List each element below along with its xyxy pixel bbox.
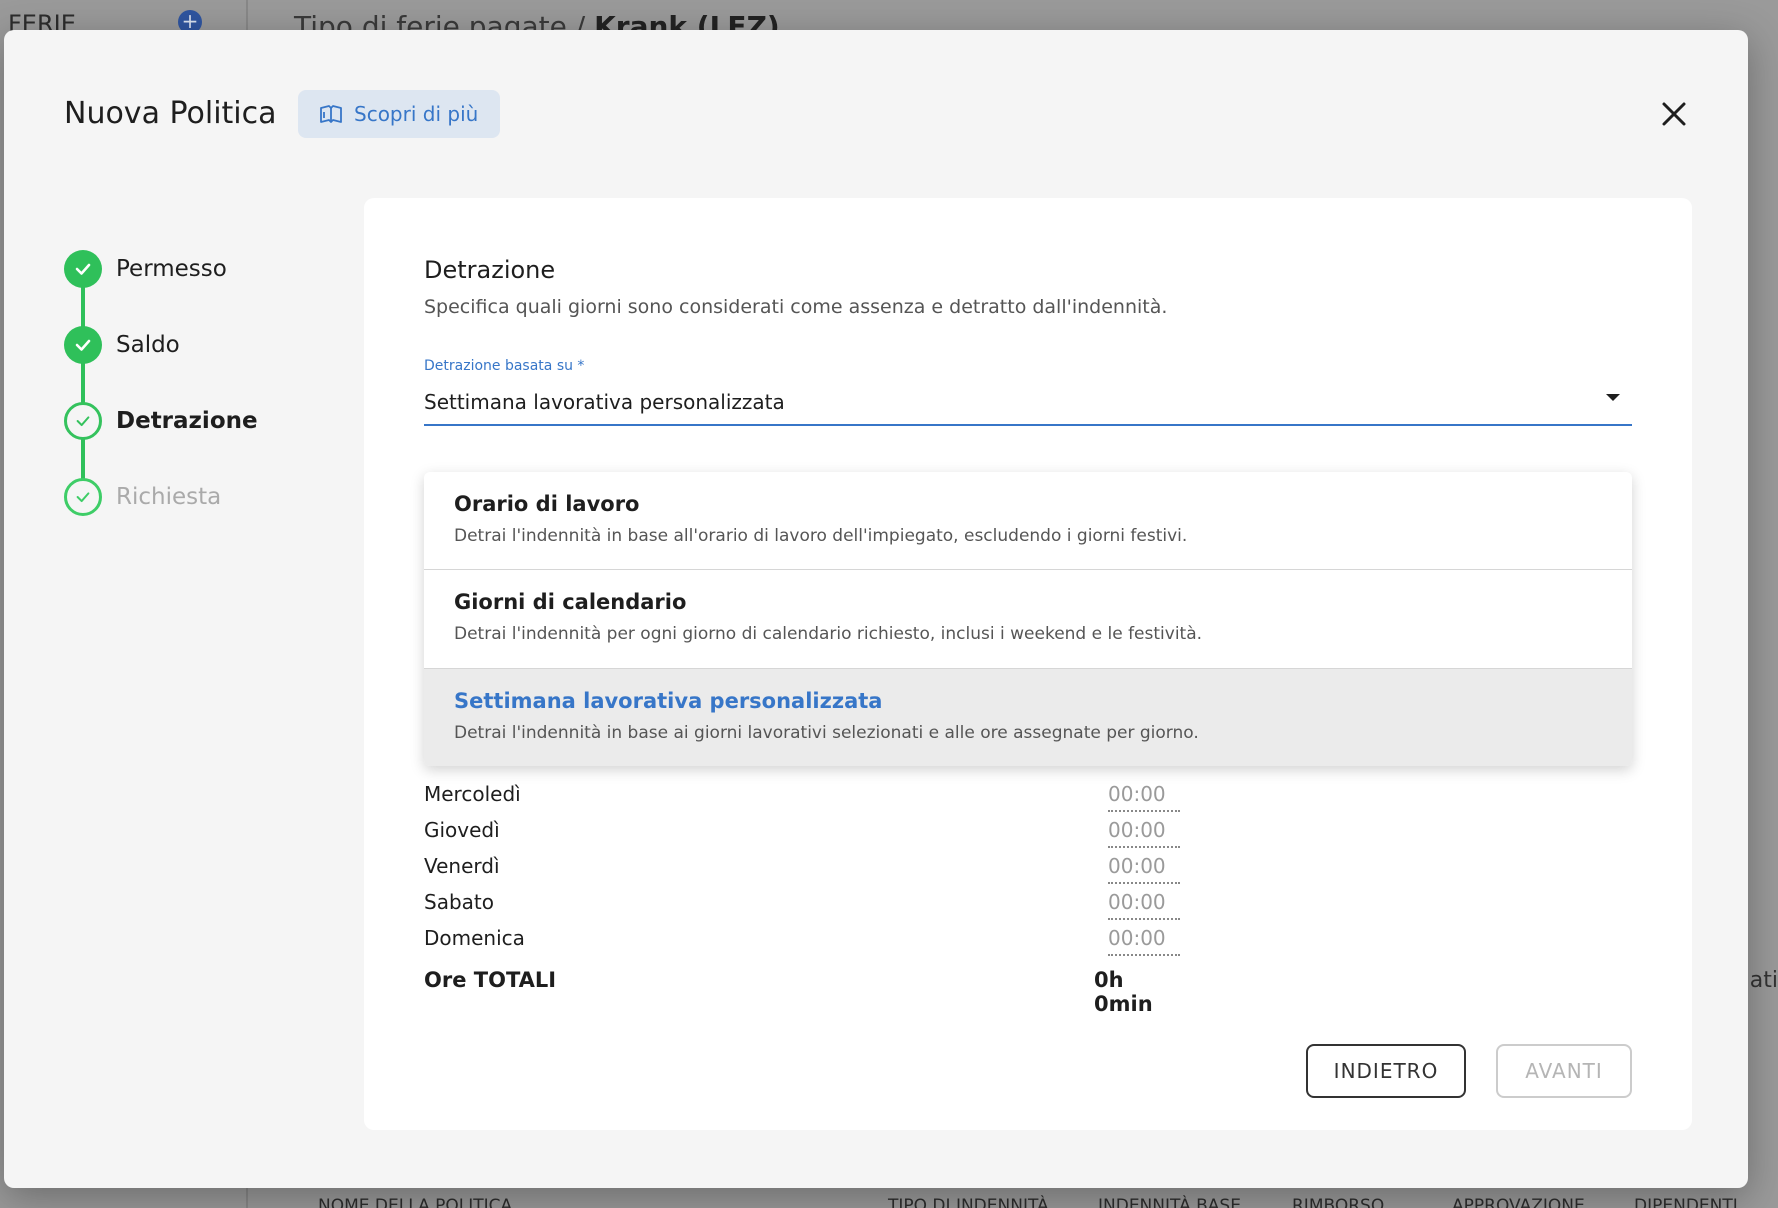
table-header-cell: TIPO DI INDENNITÀ: [888, 1196, 1049, 1208]
background-right-fragment: ati: [1749, 968, 1778, 993]
day-hours-input[interactable]: 00:00: [1108, 854, 1180, 884]
day-hours-input[interactable]: 00:00: [1108, 818, 1180, 848]
day-row: Domenica 00:00: [424, 922, 1184, 958]
step-richiesta[interactable]: Richiesta: [64, 478, 221, 516]
table-header-cell: NOME DELLA POLITICA: [318, 1196, 513, 1208]
close-button[interactable]: [1658, 98, 1690, 130]
day-row: Venerdì 00:00: [424, 850, 1184, 886]
step-label: Permesso: [116, 256, 227, 282]
table-header-cell: DIPENDENTI: [1634, 1196, 1738, 1208]
option-title: Orario di lavoro: [454, 492, 640, 516]
step-permesso[interactable]: Permesso: [64, 250, 227, 288]
modal-title: Nuova Politica: [64, 96, 277, 131]
day-hours-input[interactable]: 00:00: [1108, 890, 1180, 920]
total-value: 0h 0min: [1094, 968, 1153, 1016]
day-name: Venerdì: [424, 854, 500, 878]
deduction-field-label: Detrazione basata su *: [424, 358, 585, 374]
day-name: Sabato: [424, 890, 494, 914]
step-detrazione[interactable]: Detrazione: [64, 402, 258, 440]
next-button[interactable]: AVANTI: [1496, 1044, 1632, 1098]
table-header-cell: RIMBORSO: [1292, 1196, 1385, 1208]
option-settimana-lavorativa-personalizzata[interactable]: Settimana lavorativa personalizzata Detr…: [424, 669, 1632, 766]
book-icon: [320, 104, 342, 124]
step-label: Detrazione: [116, 408, 258, 434]
option-description: Detrai l'indennità per ogni giorno di ca…: [454, 624, 1203, 644]
check-icon: [64, 478, 102, 516]
deduction-card: Detrazione Specifica quali giorni sono c…: [364, 198, 1692, 1130]
table-header-cell: APPROVAZIONE: [1452, 1196, 1585, 1208]
option-orario-di-lavoro[interactable]: Orario di lavoro Detrai l'indennità in b…: [424, 472, 1632, 570]
deduction-dropdown-menu: Orario di lavoro Detrai l'indennità in b…: [424, 472, 1632, 766]
option-title: Giorni di calendario: [454, 590, 687, 614]
section-title: Detrazione: [424, 256, 556, 284]
close-icon: [1658, 102, 1690, 134]
learn-more-label: Scopri di più: [354, 102, 479, 126]
option-giorni-di-calendario[interactable]: Giorni di calendario Detrai l'indennità …: [424, 570, 1632, 668]
step-label: Richiesta: [116, 484, 222, 510]
check-icon: [64, 326, 102, 364]
day-hours-input[interactable]: 00:00: [1108, 782, 1180, 812]
learn-more-button[interactable]: Scopri di più: [298, 90, 501, 138]
day-row: Giovedì 00:00: [424, 814, 1184, 850]
day-row: Mercoledì 00:00: [424, 778, 1184, 814]
option-description: Detrai l'indennità in base ai giorni lav…: [454, 723, 1199, 743]
day-row: Sabato 00:00: [424, 886, 1184, 922]
check-icon: [64, 250, 102, 288]
caret-down-icon: [1606, 394, 1620, 401]
total-label: Ore TOTALI: [424, 968, 557, 992]
day-name: Mercoledì: [424, 782, 521, 806]
table-header-cell: INDENNITÀ BASE: [1098, 1196, 1241, 1208]
day-hours-input[interactable]: 00:00: [1108, 926, 1180, 956]
step-saldo[interactable]: Saldo: [64, 326, 180, 364]
select-value: Settimana lavorativa personalizzata: [424, 390, 785, 414]
back-button[interactable]: INDIETRO: [1306, 1044, 1466, 1098]
new-policy-modal: Nuova Politica Scopri di più Permesso Sa…: [4, 30, 1748, 1188]
option-description: Detrai l'indennità in base all'orario di…: [454, 526, 1188, 546]
check-icon: [64, 402, 102, 440]
day-name: Domenica: [424, 926, 525, 950]
option-title: Settimana lavorativa personalizzata: [454, 689, 883, 713]
day-name: Giovedì: [424, 818, 500, 842]
deduction-select[interactable]: Settimana lavorativa personalizzata: [424, 380, 1632, 426]
section-description: Specifica quali giorni sono considerati …: [424, 296, 1168, 318]
step-label: Saldo: [116, 332, 180, 358]
